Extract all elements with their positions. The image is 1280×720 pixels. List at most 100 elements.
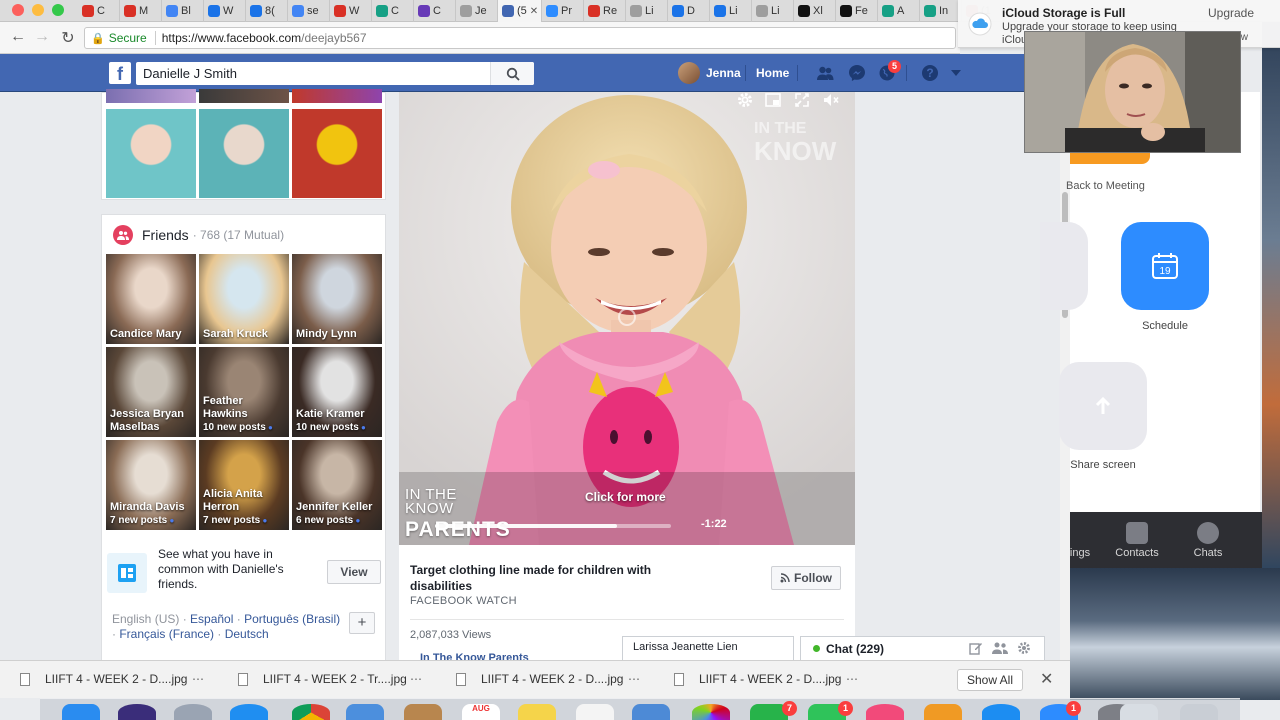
notes-folder-icon[interactable] bbox=[404, 704, 442, 720]
new-message-icon[interactable] bbox=[969, 641, 983, 655]
photos-icon[interactable] bbox=[692, 704, 730, 720]
post-title[interactable]: Target clothing line made for children w… bbox=[410, 562, 710, 594]
account-menu-caret-icon[interactable] bbox=[950, 68, 962, 78]
friend-tile[interactable]: Alicia Anita Herron 7 new posts bbox=[199, 440, 289, 530]
download-item[interactable]: LIIFT 4 - WEEK 2 - D....jpg bbox=[456, 672, 623, 686]
friend-tile[interactable]: Katie Kramer 10 new posts bbox=[292, 347, 382, 437]
download-options-icon[interactable]: ⋯ bbox=[846, 672, 859, 686]
browser-tab[interactable]: se bbox=[288, 0, 330, 22]
browser-tab[interactable]: C bbox=[414, 0, 456, 22]
back-arrow-icon[interactable]: ← bbox=[8, 28, 28, 46]
documents-stack-icon[interactable] bbox=[1120, 704, 1158, 720]
music-icon[interactable] bbox=[866, 704, 904, 720]
language-link[interactable]: Español bbox=[190, 612, 233, 626]
friend-tile[interactable]: Feather Hawkins 10 new posts bbox=[199, 347, 289, 437]
app-store-icon[interactable] bbox=[982, 704, 1020, 720]
chrome-icon[interactable] bbox=[292, 704, 330, 720]
browser-tab[interactable]: Li bbox=[710, 0, 752, 22]
mute-speaker-icon[interactable] bbox=[822, 92, 840, 108]
zoom-partial-tile[interactable] bbox=[1040, 222, 1088, 310]
books-icon[interactable] bbox=[924, 704, 962, 720]
photo-tile[interactable] bbox=[106, 109, 196, 198]
trash-icon[interactable] bbox=[1180, 704, 1218, 720]
chat-bar[interactable]: Chat (229) bbox=[800, 636, 1045, 660]
post-source[interactable]: FACEBOOK WATCH bbox=[410, 595, 517, 607]
reload-icon[interactable]: ↻ bbox=[58, 28, 78, 48]
photo-tile[interactable] bbox=[292, 109, 382, 198]
follow-button[interactable]: Follow bbox=[771, 566, 841, 590]
search-button[interactable] bbox=[490, 62, 534, 85]
language-link[interactable]: Deutsch bbox=[225, 627, 269, 641]
home-link[interactable]: Home bbox=[756, 54, 789, 92]
language-link[interactable]: Français (France) bbox=[119, 627, 214, 641]
download-options-icon[interactable]: ⋯ bbox=[628, 672, 641, 686]
keynote-icon[interactable] bbox=[632, 704, 670, 720]
help-icon[interactable]: ? bbox=[921, 64, 939, 82]
profile-link[interactable]: Jenna bbox=[678, 54, 741, 92]
reminders-icon[interactable] bbox=[576, 704, 614, 720]
download-item[interactable]: LIIFT 4 - WEEK 2 - D....jpg bbox=[674, 672, 841, 686]
friend-tile[interactable]: Sarah Kruck bbox=[199, 254, 289, 344]
create-group-icon[interactable] bbox=[992, 641, 1008, 655]
close-tab-icon[interactable]: ✕ bbox=[530, 6, 538, 17]
friend-tile[interactable]: Mindy Lynn bbox=[292, 254, 382, 344]
contacts-tab[interactable]: Contacts bbox=[1107, 522, 1167, 559]
friend-tile[interactable]: Miranda Davis 7 new posts bbox=[106, 440, 196, 530]
add-language-button[interactable]: + bbox=[349, 612, 375, 634]
messenger-icon[interactable] bbox=[848, 64, 866, 82]
browser-tab[interactable]: A bbox=[878, 0, 920, 22]
download-options-icon[interactable]: ⋯ bbox=[192, 672, 205, 686]
download-item[interactable]: LIIFT 4 - WEEK 2 - D....jpg bbox=[20, 672, 187, 686]
video-player[interactable]: IN THE KNOW Click for more IN THE KNOW P… bbox=[399, 92, 855, 545]
browser-tab[interactable]: W bbox=[330, 0, 372, 22]
browser-tab[interactable]: Bl bbox=[162, 0, 204, 22]
browser-tab[interactable]: M bbox=[120, 0, 162, 22]
photo-tile-partial[interactable] bbox=[106, 89, 196, 103]
settings-gear-icon[interactable] bbox=[736, 92, 754, 108]
show-all-button[interactable]: Show All bbox=[957, 669, 1023, 691]
browser-tab[interactable]: W bbox=[204, 0, 246, 22]
browser-tab[interactable]: In bbox=[920, 0, 962, 22]
friend-tile[interactable]: Jennifer Keller 6 new posts bbox=[292, 440, 382, 530]
preview-icon[interactable] bbox=[346, 704, 384, 720]
close-shelf-icon[interactable]: ✕ bbox=[1040, 669, 1053, 689]
chat-settings-gear-icon[interactable] bbox=[1017, 641, 1031, 655]
browser-tab[interactable]: Fe bbox=[836, 0, 878, 22]
schedule-button[interactable]: 19 bbox=[1121, 222, 1209, 310]
chats-tab[interactable]: Chats bbox=[1178, 522, 1238, 559]
browser-tab[interactable]: Li bbox=[626, 0, 668, 22]
fullscreen-icon[interactable] bbox=[793, 92, 811, 108]
forward-arrow-icon[interactable]: → bbox=[32, 28, 52, 46]
facebook-logo-icon[interactable]: f bbox=[109, 62, 131, 84]
close-window-button[interactable] bbox=[12, 4, 24, 16]
share-screen-button[interactable] bbox=[1059, 362, 1147, 450]
maximize-window-button[interactable] bbox=[52, 4, 64, 16]
search-input[interactable] bbox=[136, 66, 490, 81]
click-for-more-link[interactable]: Click for more bbox=[585, 490, 666, 504]
minimize-window-button[interactable] bbox=[32, 4, 44, 16]
browser-tab[interactable]: D bbox=[668, 0, 710, 22]
view-button[interactable]: View bbox=[327, 560, 381, 584]
friends-heading[interactable]: Friends · 768 (17 Mutual) bbox=[113, 225, 284, 245]
browser-tab[interactable]: C bbox=[78, 0, 120, 22]
download-options-icon[interactable]: ⋯ bbox=[410, 672, 423, 686]
photo-tile-partial[interactable] bbox=[199, 89, 289, 103]
browser-tab[interactable]: C bbox=[372, 0, 414, 22]
meetings-tab[interactable]: ings bbox=[1050, 522, 1110, 559]
language-link[interactable]: Português (Brasil) bbox=[244, 612, 340, 626]
browser-tab[interactable]: (5 ✕ bbox=[498, 0, 542, 22]
webcam-video-overlay[interactable] bbox=[1024, 31, 1241, 153]
photo-tile-partial[interactable] bbox=[292, 89, 382, 103]
safari-icon[interactable] bbox=[230, 704, 268, 720]
browser-tab[interactable]: Li bbox=[752, 0, 794, 22]
upgrade-button[interactable]: Upgrade bbox=[1208, 6, 1254, 20]
picture-in-picture-icon[interactable] bbox=[764, 92, 782, 108]
calendar-dock-icon[interactable]: AUG bbox=[462, 704, 500, 720]
friend-tile[interactable]: Jessica Bryan Maselbas bbox=[106, 347, 196, 437]
browser-tab[interactable]: Re bbox=[584, 0, 626, 22]
browser-tab[interactable]: Xl bbox=[794, 0, 836, 22]
browser-tab[interactable]: Pr bbox=[542, 0, 584, 22]
browser-tab[interactable]: Je bbox=[456, 0, 498, 22]
url-field[interactable]: 🔒 Secure https://www.facebook.com/deejay… bbox=[84, 27, 956, 49]
chat-tab-larissa[interactable]: Larissa Jeanette Lien bbox=[622, 636, 794, 660]
